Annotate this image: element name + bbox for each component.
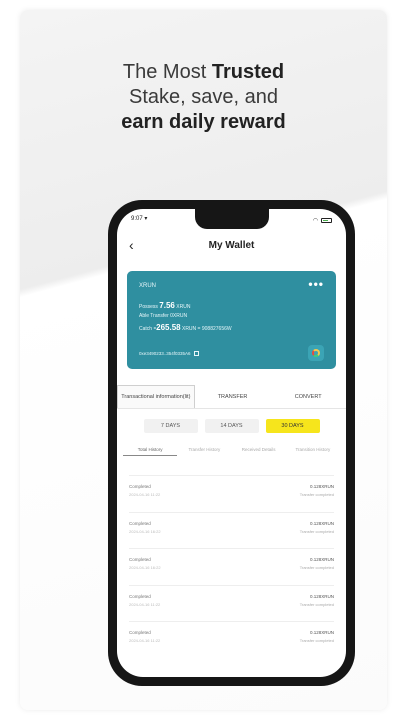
day-filters: 7 DAYS 14 DAYS 30 DAYS bbox=[117, 419, 346, 433]
list-item[interactable]: Completed 2024-04-16 16:22 0.128XRUN Tra… bbox=[129, 548, 334, 585]
tx-status: Completed bbox=[129, 630, 151, 635]
wifi-icon: ◠ bbox=[312, 217, 318, 224]
wallet-address-text: 0xe3490233..354f0335A6 bbox=[139, 351, 191, 356]
filter-14-days[interactable]: 14 DAYS bbox=[204, 419, 259, 433]
tx-status: Completed bbox=[129, 484, 151, 489]
app-store-screenshot-card: The Most Trusted Stake, save, and earn d… bbox=[20, 10, 387, 710]
transaction-list: Completed 2024-04-16 11:22 0.128XRUN Tra… bbox=[129, 475, 334, 658]
possess-row: Possess 7.56 XRUN bbox=[139, 301, 190, 310]
tx-status: Completed bbox=[129, 520, 151, 526]
tab-convert[interactable]: CONVERT bbox=[270, 385, 346, 408]
tx-note: Transfer completed bbox=[299, 565, 334, 570]
catch-unit: XRUN = 908827656W bbox=[181, 326, 232, 332]
tx-amount: 0.128XRUN bbox=[309, 593, 334, 599]
subtab-total-history[interactable]: Total History bbox=[123, 447, 178, 456]
subtab-transfer-history[interactable]: Transfer History bbox=[177, 447, 231, 456]
tx-note: Transfer completed bbox=[299, 528, 334, 534]
page-title: My Wallet bbox=[208, 240, 255, 251]
filter-7-days[interactable]: 7 DAYS bbox=[143, 419, 198, 433]
tx-date: 2024-04-16 11:22 bbox=[129, 638, 161, 643]
copy-icon[interactable] bbox=[193, 351, 199, 356]
able-transfer-row: Able Transfer 0XRUN bbox=[139, 313, 188, 319]
top-bar: ‹ My Wallet bbox=[117, 237, 346, 257]
tx-note: Transfer completed bbox=[299, 601, 334, 607]
history-subtabs: Total History Transfer History Received … bbox=[123, 447, 340, 456]
headline-line3-bold: earn daily reward bbox=[121, 111, 286, 133]
possess-value: 7.56 bbox=[159, 301, 175, 310]
headline-line1-normal: The Most bbox=[122, 61, 212, 83]
wallet-card[interactable]: XRUN ••• Possess 7.56 XRUN Able Transfer… bbox=[127, 271, 336, 369]
status-time: 9:07 ▾ bbox=[131, 216, 148, 222]
list-item[interactable]: Completed 2024-04-16 16:22 0.128XRUN Tra… bbox=[129, 511, 334, 549]
wallet-address: 0xe3490233..354f0335A6 bbox=[139, 351, 199, 356]
filter-30-days[interactable]: 30 DAYS bbox=[265, 419, 320, 433]
coin-logo-icon bbox=[308, 345, 324, 361]
possess-label: Possess bbox=[139, 304, 158, 310]
subtab-transition-history[interactable]: Transition History bbox=[286, 447, 340, 456]
phone-frame: 9:07 ▾ ◠ ‹ My Wallet XRUN ••• Possess 7.… bbox=[108, 200, 355, 686]
tx-amount: 0.128XRUN bbox=[309, 630, 334, 635]
headline-line1-bold: Trusted bbox=[211, 61, 285, 83]
wallet-tabs: Transactional information(lit) TRANSFER … bbox=[117, 385, 346, 409]
list-item[interactable]: Completed 2024-04-16 11:22 0.128XRUN Tra… bbox=[129, 475, 334, 512]
tx-date: 2024-04-16 11:22 bbox=[129, 492, 161, 497]
catch-value: -265.58 bbox=[153, 323, 181, 332]
tx-date: 2024-04-16 16:22 bbox=[129, 565, 161, 570]
headline-line2: Stake, save, and bbox=[129, 86, 278, 108]
phone-screen: 9:07 ▾ ◠ ‹ My Wallet XRUN ••• Possess 7.… bbox=[117, 209, 346, 677]
tx-status: Completed bbox=[129, 557, 151, 562]
tx-amount: 0.128XRUN bbox=[309, 520, 334, 526]
wallet-name: XRUN bbox=[139, 283, 157, 289]
catch-row: Catch -265.58 XRUN = 908827656W bbox=[139, 323, 232, 332]
catch-label: Catch bbox=[139, 326, 153, 332]
tab-transactional-information[interactable]: Transactional information(lit) bbox=[117, 385, 195, 408]
possess-unit: XRUN bbox=[176, 304, 191, 310]
phone-notch bbox=[195, 209, 269, 229]
promo-headline: The Most Trusted Stake, save, and earn d… bbox=[20, 60, 387, 135]
tx-amount: 0.128XRUN bbox=[309, 484, 334, 489]
tab-transfer[interactable]: TRANSFER bbox=[195, 385, 271, 408]
tx-note: Transfer completed bbox=[299, 492, 334, 497]
tx-note: Transfer completed bbox=[299, 638, 334, 643]
list-item[interactable]: Completed 2024-04-16 11:22 0.128XRUN Tra… bbox=[129, 584, 334, 622]
list-item[interactable]: Completed 2024-04-16 11:22 0.128XRUN Tra… bbox=[129, 621, 334, 658]
subtab-received-details[interactable]: Received Details bbox=[232, 447, 286, 456]
tx-status: Completed bbox=[129, 593, 151, 599]
battery-icon bbox=[321, 217, 332, 223]
tx-date: 2024-04-16 16:22 bbox=[129, 528, 161, 534]
more-icon[interactable]: ••• bbox=[308, 277, 324, 291]
status-icons: ◠ bbox=[313, 215, 332, 225]
tx-date: 2024-04-16 11:22 bbox=[129, 601, 161, 607]
tx-amount: 0.128XRUN bbox=[309, 557, 334, 562]
